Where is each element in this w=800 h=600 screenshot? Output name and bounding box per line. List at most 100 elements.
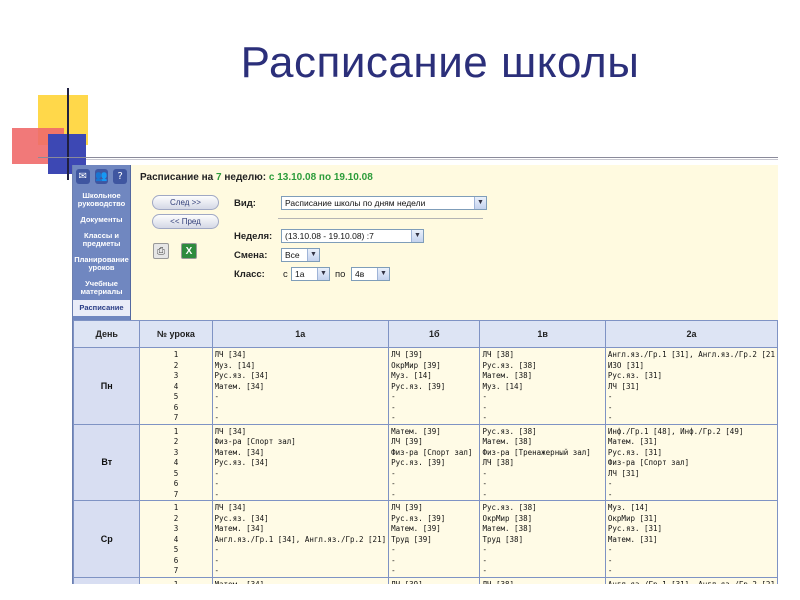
lesson-entry[interactable]: - [215, 566, 387, 577]
lesson-entry[interactable]: ЛЧ [38] [482, 458, 602, 469]
lesson-entry[interactable]: - [391, 556, 477, 567]
lesson-entry[interactable]: Матем. [38] [482, 437, 602, 448]
lesson-entry[interactable]: ОкрМир [38] [482, 514, 602, 525]
lesson-entry[interactable]: - [215, 479, 387, 490]
lesson-entry[interactable]: - [608, 545, 775, 556]
lesson-entry[interactable]: Рус.яз. [39] [391, 458, 477, 469]
lesson-entry[interactable]: Матем. [39] [391, 427, 477, 438]
lesson-entry[interactable]: Рус.яз. [34] [215, 371, 387, 382]
sidebar-item[interactable]: Учебные материалы [73, 276, 130, 300]
lesson-entry[interactable]: - [482, 392, 602, 403]
lesson-entry[interactable]: - [608, 413, 775, 424]
lesson-entry[interactable]: - [215, 413, 387, 424]
lesson-entry[interactable]: Матем. [38] [482, 371, 602, 382]
lesson-entry[interactable]: Матем. [31] [608, 437, 775, 448]
lesson-entry[interactable]: Рус.яз. [31] [608, 371, 775, 382]
lesson-entry[interactable]: Труд [38] [482, 535, 602, 546]
sidebar-item[interactable]: Школьное руководство [73, 188, 130, 212]
lesson-entry[interactable]: ЛЧ [39] [391, 503, 477, 514]
view-select[interactable]: Расписание школы по дням недели ▼ [281, 196, 487, 210]
lesson-entry[interactable]: Англ.яз./Гр.1 [34], Англ.яз./Гр.2 [21] [215, 535, 387, 546]
shift-select[interactable]: Все ▼ [281, 248, 320, 262]
lesson-entry[interactable]: Муз. [14] [391, 371, 477, 382]
sidebar-item[interactable]: Классы и предметы [73, 228, 130, 252]
lesson-entry[interactable]: ЛЧ [39] [391, 580, 477, 585]
lesson-entry[interactable]: - [482, 566, 602, 577]
lesson-entry[interactable]: Труд [39] [391, 535, 477, 546]
lesson-entry[interactable]: ЛЧ [34] [215, 427, 387, 438]
lesson-entry[interactable]: Матем. [34] [215, 448, 387, 459]
help-icon[interactable]: ? [113, 169, 128, 184]
lesson-entry[interactable]: - [391, 392, 477, 403]
lesson-entry[interactable]: Физ-ра [Спорт зал] [215, 437, 387, 448]
lesson-entry[interactable]: - [215, 403, 387, 414]
lesson-entry[interactable]: ОкрМир [39] [391, 361, 477, 372]
lesson-entry[interactable]: ЛЧ [31] [608, 469, 775, 480]
lesson-entry[interactable]: ЛЧ [34] [215, 350, 387, 361]
lesson-entry[interactable]: ЛЧ [31] [608, 382, 775, 393]
lesson-entry[interactable]: Муз. [14] [482, 382, 602, 393]
lesson-entry[interactable]: Рус.яз. [34] [215, 458, 387, 469]
lesson-entry[interactable]: Рус.яз. [31] [608, 524, 775, 535]
lesson-entry[interactable]: Матем. [34] [215, 382, 387, 393]
lesson-entry[interactable]: - [608, 556, 775, 567]
lesson-entry[interactable]: - [608, 490, 775, 501]
lesson-entry[interactable]: Англ.яз./Гр.1 [31], Англ.яз./Гр.2 [21 [608, 350, 775, 361]
sidebar-item[interactable]: Расписание [73, 300, 130, 316]
lesson-entry[interactable]: - [608, 392, 775, 403]
lesson-entry[interactable]: Физ-ра [Спорт зал] [391, 448, 477, 459]
lesson-entry[interactable]: ЛЧ [38] [482, 580, 602, 585]
lesson-entry[interactable]: - [482, 556, 602, 567]
mail-icon[interactable]: ✉ [76, 169, 90, 184]
prev-week-button[interactable]: << Пред [152, 214, 219, 229]
lesson-entry[interactable]: Рус.яз. [34] [215, 514, 387, 525]
lesson-entry[interactable]: ОкрМир [31] [608, 514, 775, 525]
lesson-entry[interactable]: Инф./Гр.1 [48], Инф./Гр.2 [49] [608, 427, 775, 438]
lesson-entry[interactable]: - [482, 479, 602, 490]
lesson-entry[interactable]: - [391, 490, 477, 501]
lesson-entry[interactable]: - [482, 545, 602, 556]
lesson-entry[interactable]: - [215, 545, 387, 556]
next-week-button[interactable]: След >> [152, 195, 219, 210]
lesson-entry[interactable]: Физ-ра [Тренажерный зал] [482, 448, 602, 459]
lesson-entry[interactable]: ЛЧ [34] [215, 503, 387, 514]
users-icon[interactable]: 👥 [94, 169, 109, 184]
lesson-entry[interactable]: Рус.яз. [39] [391, 382, 477, 393]
lesson-entry[interactable]: Рус.яз. [39] [391, 514, 477, 525]
lesson-entry[interactable]: - [215, 392, 387, 403]
lesson-entry[interactable]: ЛЧ [39] [391, 437, 477, 448]
lesson-entry[interactable]: - [391, 566, 477, 577]
lesson-entry[interactable]: Матем. [38] [482, 524, 602, 535]
lesson-entry[interactable]: Матем. [39] [391, 524, 477, 535]
lesson-entry[interactable]: Рус.яз. [31] [608, 448, 775, 459]
class-to-select[interactable]: 4в ▼ [351, 267, 390, 281]
lesson-entry[interactable]: - [608, 479, 775, 490]
lesson-entry[interactable]: Рус.яз. [38] [482, 503, 602, 514]
lesson-entry[interactable]: - [391, 413, 477, 424]
lesson-entry[interactable]: Матем. [31] [608, 535, 775, 546]
lesson-entry[interactable]: - [608, 566, 775, 577]
lesson-entry[interactable]: Муз. [14] [608, 503, 775, 514]
week-select[interactable]: (13.10.08 - 19.10.08) :7 ▼ [281, 229, 424, 243]
lesson-entry[interactable]: - [215, 490, 387, 501]
lesson-entry[interactable]: - [391, 403, 477, 414]
lesson-entry[interactable]: Рус.яз. [38] [482, 361, 602, 372]
lesson-entry[interactable]: - [391, 469, 477, 480]
sidebar-item[interactable]: Планирование уроков [73, 252, 130, 276]
lesson-entry[interactable]: - [215, 469, 387, 480]
sidebar-item[interactable]: Документы [73, 212, 130, 228]
lesson-entry[interactable]: Муз. [14] [215, 361, 387, 372]
lesson-entry[interactable]: - [482, 413, 602, 424]
class-from-select[interactable]: 1а ▼ [291, 267, 330, 281]
excel-export-icon[interactable]: X [181, 243, 197, 259]
lesson-entry[interactable]: Англ.яз./Гр.1 [31], Англ.яз./Гр.2 [21 [608, 580, 775, 585]
lesson-entry[interactable]: - [482, 469, 602, 480]
lesson-entry[interactable]: - [391, 545, 477, 556]
print-icon[interactable]: ⎙ [153, 243, 169, 259]
lesson-entry[interactable]: - [215, 556, 387, 567]
lesson-entry[interactable]: - [608, 403, 775, 414]
lesson-entry[interactable]: Рус.яз. [38] [482, 427, 602, 438]
lesson-entry[interactable]: ИЗО [31] [608, 361, 775, 372]
lesson-entry[interactable]: ЛЧ [39] [391, 350, 477, 361]
lesson-entry[interactable]: - [482, 403, 602, 414]
